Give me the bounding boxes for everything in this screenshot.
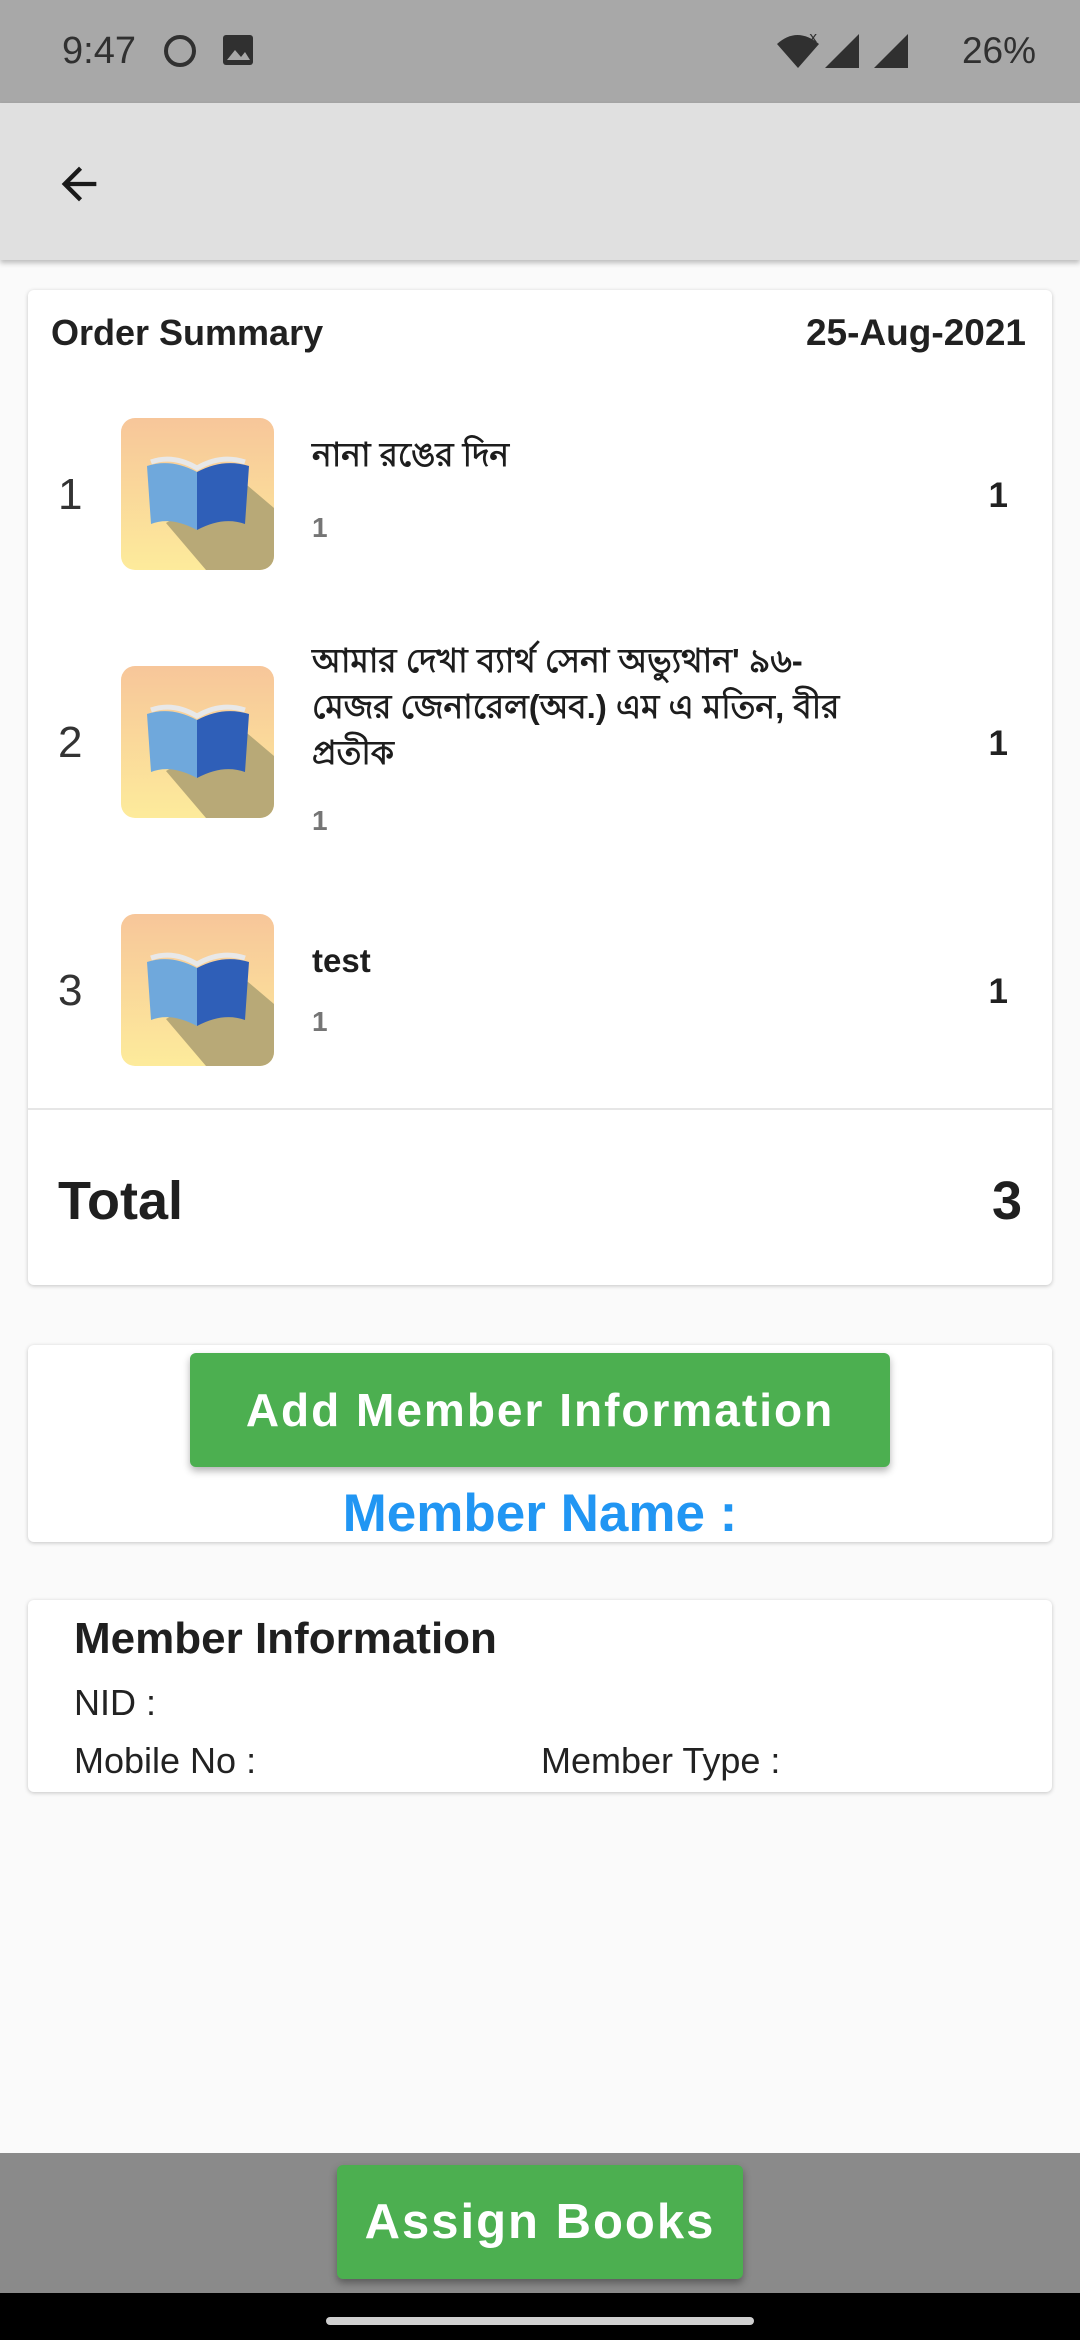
add-member-information-button[interactable]: Add Member Information [190, 1353, 890, 1467]
mobile-no-label: Mobile No : [74, 1740, 257, 1781]
item-quantity: 1 [988, 972, 1008, 1011]
wifi-icon: x [777, 30, 819, 68]
nid-label: NID : [74, 1682, 157, 1723]
back-button[interactable] [44, 149, 114, 219]
order-summary-title: Order Summary [51, 312, 324, 353]
item-index: 3 [58, 966, 83, 1015]
member-name-label: Member Name : [342, 1484, 738, 1543]
book-thumbnail [121, 914, 274, 1066]
home-indicator[interactable] [326, 2317, 754, 2325]
item-subtitle: 1 [312, 1006, 328, 1037]
item-subtitle: 1 [312, 805, 328, 836]
arrow-back-icon [61, 166, 97, 202]
book-icon [121, 666, 274, 818]
item-quantity: 1 [988, 476, 1008, 515]
system-navigation-bar [0, 2293, 1080, 2340]
battery-level: 26% [961, 30, 1036, 71]
book-thumbnail [121, 418, 274, 570]
image-notification-icon [223, 35, 253, 65]
svg-text:x: x [809, 30, 817, 46]
bottom-bar: Assign Books [0, 2153, 1080, 2293]
divider [28, 1108, 1052, 1110]
order-summary-card: Order Summary 25-Aug-2021 1 নানা রঙের দি… [28, 290, 1052, 1285]
assign-books-button[interactable]: Assign Books [337, 2165, 743, 2279]
circle-notification-icon [164, 35, 196, 67]
member-type-label: Member Type : [541, 1740, 781, 1781]
item-title: test [312, 942, 371, 979]
app-bar [0, 103, 1080, 260]
order-date: 25-Aug-2021 [805, 312, 1026, 353]
item-title: আমার দেখা ব্যার্থ সেনা অভ্যুথান' ৯৬-মেজর… [312, 642, 840, 771]
member-card: Add Member Information Member Name : [28, 1345, 1052, 1543]
total-value: 3 [991, 1171, 1022, 1231]
status-bar: 9:47 x 26% [0, 0, 1080, 103]
item-quantity: 1 [988, 724, 1008, 763]
book-thumbnail [121, 666, 274, 818]
signal-icon [825, 34, 859, 68]
status-time: 9:47 [62, 30, 136, 72]
book-icon [121, 914, 274, 1066]
item-title: নানা রঙের দিন [312, 436, 510, 473]
total-label: Total [58, 1171, 183, 1231]
item-index: 2 [58, 718, 83, 767]
member-information-title: Member Information [74, 1614, 497, 1663]
item-subtitle: 1 [312, 512, 328, 543]
signal-icon-2 [874, 34, 908, 68]
book-icon [121, 418, 274, 570]
member-information-card: Member Information NID : Mobile No : Mem… [28, 1600, 1052, 1792]
item-index: 1 [58, 470, 83, 519]
